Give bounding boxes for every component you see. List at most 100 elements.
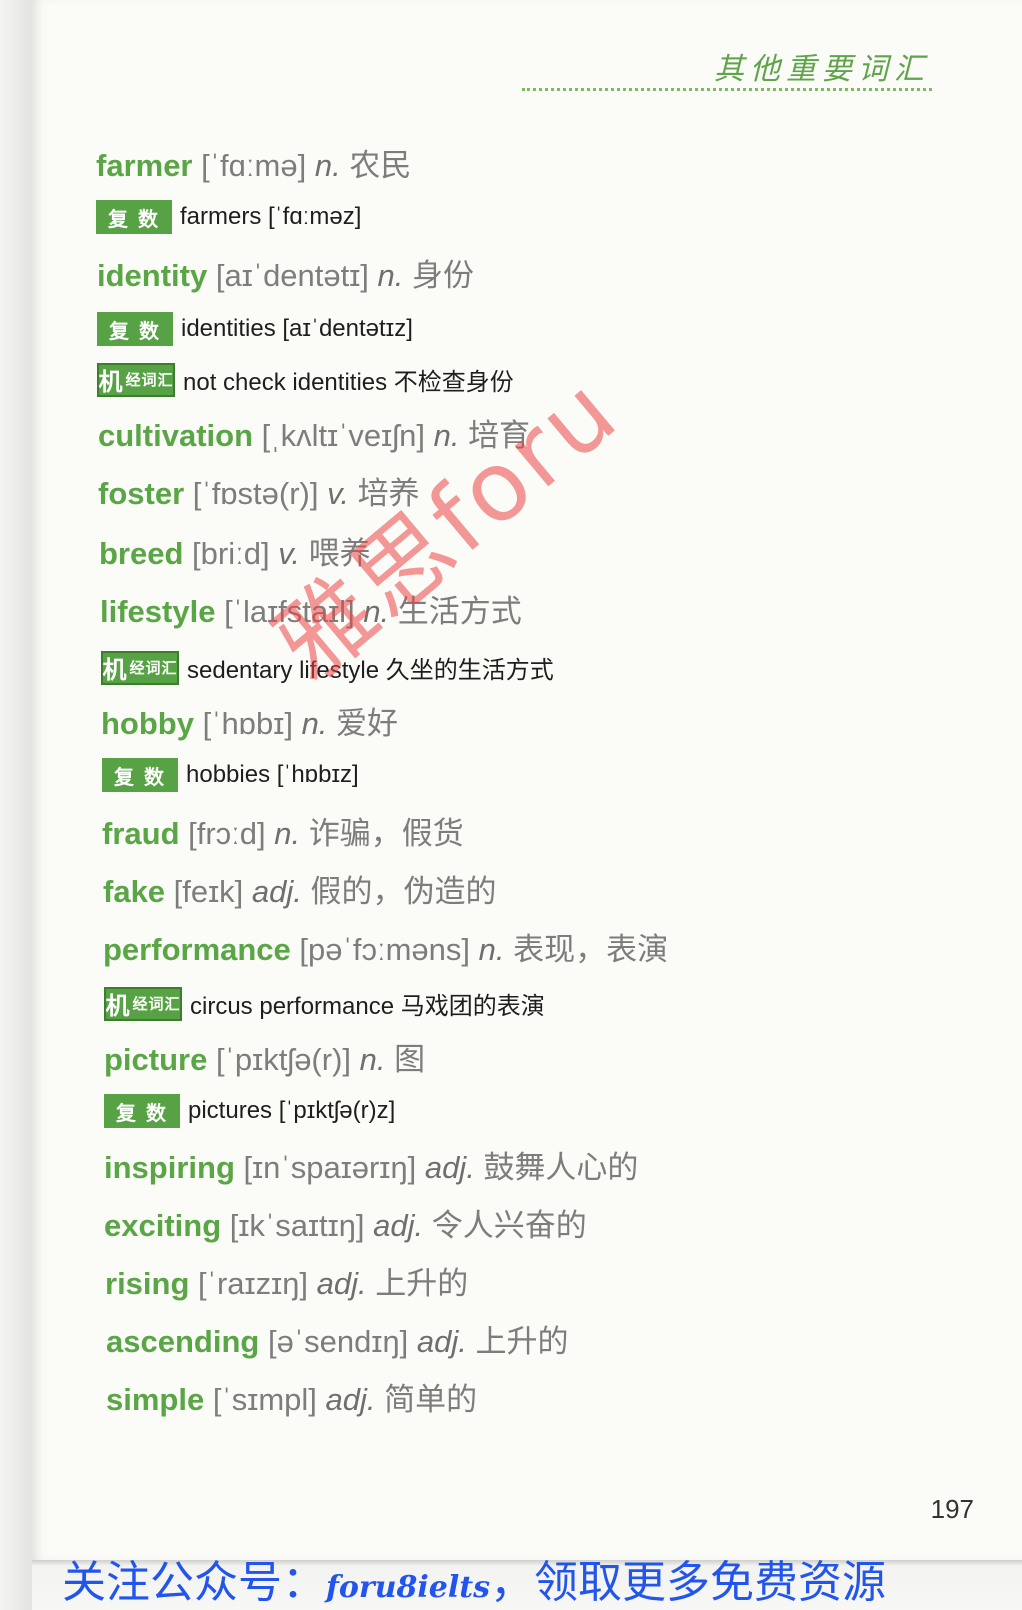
part-of-speech: v. bbox=[327, 476, 349, 511]
part-of-speech: n. bbox=[359, 1042, 386, 1077]
vocab-entry: ascending [əˈsendɪŋ] adj. 上升的 bbox=[106, 1316, 568, 1361]
headword: rising bbox=[105, 1266, 190, 1301]
collocation-badge-subtext: 经词汇 bbox=[129, 659, 178, 677]
chinese-meaning: 简单的 bbox=[384, 1382, 478, 1417]
phonetic: [əˈsendɪŋ] bbox=[267, 1324, 409, 1359]
chinese-meaning: 上升的 bbox=[375, 1266, 469, 1301]
plural-form-entry: 复数 farmers [ˈfɑːməz] bbox=[96, 200, 361, 234]
headword: fake bbox=[103, 874, 166, 909]
headword: breed bbox=[99, 536, 184, 571]
part-of-speech: n. bbox=[274, 816, 301, 851]
vocab-entry: picture [ˈpɪktʃə(r)] n. 图 bbox=[104, 1034, 425, 1079]
section-header-title: 其他重要词汇 bbox=[714, 52, 930, 87]
plural-badge: 复数 bbox=[97, 312, 173, 346]
collocation-entry: 机经词汇 circus performance 马戏团的表演 bbox=[104, 986, 545, 1021]
chinese-meaning: 令人兴奋的 bbox=[431, 1208, 587, 1243]
vocab-entry: farmer [ˈfɑːmə] n. 农民 bbox=[96, 140, 411, 185]
plural-badge: 复数 bbox=[96, 200, 172, 234]
collocation-badge-main-char: 机 bbox=[98, 367, 124, 396]
chinese-meaning: 图 bbox=[394, 1042, 426, 1077]
collocation-badge: 机经词汇 bbox=[104, 986, 182, 1021]
footer-promo-suffix: ，领取更多免费资源 bbox=[490, 1557, 887, 1608]
chinese-meaning: 身份 bbox=[412, 258, 475, 293]
footer-promo-handle: foru8ielts bbox=[326, 1570, 491, 1605]
collocation-badge: 机经词汇 bbox=[101, 650, 179, 685]
vocab-entry: hobby [ˈhɒbɪ] n. 爱好 bbox=[101, 698, 398, 743]
part-of-speech: n. bbox=[301, 706, 328, 741]
headword: performance bbox=[103, 932, 291, 967]
part-of-speech: adj. bbox=[416, 1324, 467, 1359]
part-of-speech: adj. bbox=[325, 1382, 376, 1417]
vocab-entry: performance [pəˈfɔːməns] n. 表现，表演 bbox=[103, 924, 668, 969]
part-of-speech: adj. bbox=[316, 1266, 367, 1301]
phonetic: [ˈfɑːmə] bbox=[201, 148, 307, 183]
plural-badge: 复数 bbox=[104, 1094, 180, 1128]
part-of-speech: n. bbox=[314, 148, 341, 183]
headword: foster bbox=[98, 476, 185, 511]
footer-promo-prefix: 关注公众号： bbox=[62, 1557, 326, 1608]
phonetic: [briːd] bbox=[192, 536, 270, 571]
headword: lifestyle bbox=[100, 594, 216, 629]
vocab-entry: simple [ˈsɪmpl] adj. 简单的 bbox=[106, 1374, 477, 1419]
chinese-meaning: 上升的 bbox=[475, 1324, 569, 1359]
collocation-badge-main-char: 机 bbox=[102, 655, 128, 684]
phonetic: [ˈhɒbɪ] bbox=[202, 706, 293, 741]
headword: ascending bbox=[106, 1324, 260, 1359]
vocab-entry: rising [ˈraɪzɪŋ] adj. 上升的 bbox=[105, 1258, 468, 1303]
headword: hobby bbox=[101, 706, 194, 741]
chinese-meaning: 诈骗，假货 bbox=[308, 816, 464, 851]
plural-form-entry: 复数 identities [aɪˈdentətɪz] bbox=[97, 312, 413, 346]
plural-form-text: hobbies [ˈhɒbɪz] bbox=[186, 761, 359, 788]
collocation-text: circus performance 马戏团的表演 bbox=[190, 993, 545, 1020]
part-of-speech: n. bbox=[478, 932, 505, 967]
headword: picture bbox=[104, 1042, 208, 1077]
headword: exciting bbox=[104, 1208, 222, 1243]
book-spine-shadow bbox=[0, 0, 34, 1610]
phonetic: [ˈfɒstə(r)] bbox=[192, 476, 319, 511]
chinese-meaning: 表现，表演 bbox=[513, 932, 669, 967]
phonetic: [ɪkˈsaɪtɪŋ] bbox=[229, 1208, 365, 1243]
plural-form-text: farmers [ˈfɑːməz] bbox=[180, 203, 362, 230]
phonetic: [ˈsɪmpl] bbox=[212, 1382, 317, 1417]
headword: fraud bbox=[102, 816, 180, 851]
part-of-speech: n. bbox=[377, 258, 404, 293]
phonetic: [pəˈfɔːməns] bbox=[299, 932, 470, 967]
plural-form-text: identities [aɪˈdentətɪz] bbox=[181, 315, 413, 342]
headword: farmer bbox=[96, 148, 193, 183]
header-dotted-rule bbox=[522, 88, 932, 91]
collocation-text: not check identities 不检查身份 bbox=[183, 369, 514, 396]
phonetic: [ˌkʌltɪˈveɪʃn] bbox=[261, 418, 425, 453]
footer-promo: 关注公众号：foru8ielts，领取更多免费资源 bbox=[62, 1546, 886, 1610]
plural-form-entry: 复数 pictures [ˈpɪktʃə(r)z] bbox=[104, 1094, 395, 1128]
chinese-meaning: 鼓舞人心的 bbox=[483, 1150, 639, 1185]
plural-form-entry: 复数 hobbies [ˈhɒbɪz] bbox=[102, 758, 359, 792]
plural-badge: 复数 bbox=[102, 758, 178, 792]
vocab-entry: inspiring [ɪnˈspaɪərɪŋ] adj. 鼓舞人心的 bbox=[104, 1142, 638, 1187]
part-of-speech: adj. bbox=[424, 1150, 475, 1185]
vocab-entry: fraud [frɔːd] n. 诈骗，假货 bbox=[102, 808, 464, 853]
chinese-meaning: 农民 bbox=[349, 148, 412, 183]
headword: cultivation bbox=[98, 418, 254, 453]
headword: inspiring bbox=[104, 1150, 235, 1185]
phonetic: [aɪˈdentətɪ] bbox=[215, 258, 369, 293]
chinese-meaning: 假的，伪造的 bbox=[310, 874, 497, 909]
headword: identity bbox=[97, 258, 208, 293]
vocab-entry: exciting [ɪkˈsaɪtɪŋ] adj. 令人兴奋的 bbox=[104, 1200, 587, 1245]
phonetic: [ɪnˈspaɪərɪŋ] bbox=[243, 1150, 417, 1185]
collocation-badge-subtext: 经词汇 bbox=[125, 371, 174, 389]
headword: simple bbox=[106, 1382, 205, 1417]
phonetic: [frɔːd] bbox=[188, 816, 266, 851]
vocab-entry: fake [feɪk] adj. 假的，伪造的 bbox=[103, 866, 497, 911]
plural-form-text: pictures [ˈpɪktʃə(r)z] bbox=[188, 1097, 396, 1124]
chinese-meaning: 爱好 bbox=[336, 706, 399, 741]
phonetic: [feɪk] bbox=[173, 874, 244, 909]
collocation-badge-subtext: 经词汇 bbox=[132, 995, 181, 1013]
phonetic: [ˈpɪktʃə(r)] bbox=[215, 1042, 352, 1077]
collocation-badge-main-char: 机 bbox=[105, 991, 131, 1020]
collocation-entry: 机经词汇 not check identities 不检查身份 bbox=[97, 362, 514, 397]
phonetic: [ˈraɪzɪŋ] bbox=[198, 1266, 308, 1301]
part-of-speech: adj. bbox=[251, 874, 302, 909]
vocab-entry: identity [aɪˈdentətɪ] n. 身份 bbox=[97, 250, 474, 295]
page-number: 197 bbox=[930, 1494, 974, 1524]
part-of-speech: adj. bbox=[373, 1208, 424, 1243]
